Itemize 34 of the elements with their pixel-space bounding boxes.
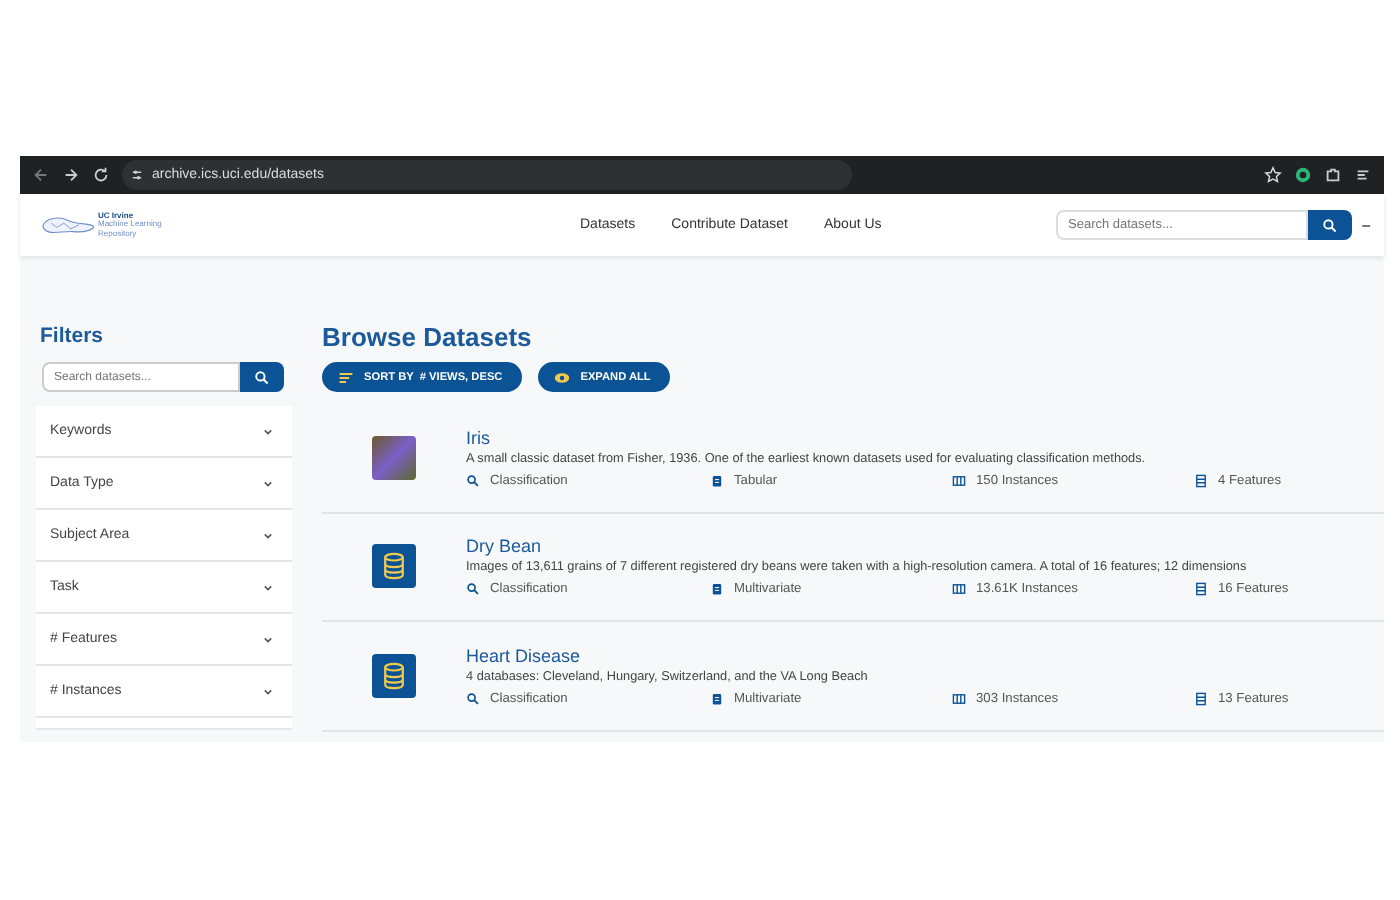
clipboard-icon [710, 691, 724, 706]
search-icon [1322, 217, 1338, 233]
columns-icon [952, 473, 966, 488]
search-icon [466, 691, 480, 706]
columns-icon [952, 691, 966, 706]
back-arrow-icon[interactable] [32, 166, 50, 184]
filters-heading: Filters [40, 324, 106, 348]
search-icon [466, 582, 480, 597]
reload-icon[interactable] [92, 166, 110, 184]
search-icon [254, 369, 270, 385]
page-title: Browse Datasets [322, 322, 534, 352]
menu-icon[interactable] [1354, 166, 1372, 184]
search-button[interactable] [1308, 210, 1352, 240]
search-icon [466, 473, 480, 488]
database-icon [372, 544, 416, 589]
forward-arrow-icon[interactable] [62, 166, 80, 184]
photo-placeholder [372, 435, 416, 480]
clipboard-icon [710, 582, 724, 597]
dataset-title-link[interactable]: Dry Bean [466, 536, 1384, 557]
sort-icon [338, 369, 354, 385]
eye-icon [554, 369, 571, 385]
columns-icon [952, 582, 966, 597]
dataset-title-link[interactable]: Iris [466, 427, 1384, 448]
search-button[interactable] [240, 362, 284, 392]
rows-icon [1194, 473, 1208, 488]
dataset-title-link[interactable]: Heart Disease [466, 645, 1384, 666]
database-icon [372, 653, 416, 698]
star-icon[interactable] [1264, 166, 1282, 184]
brain-logo-icon [40, 213, 96, 237]
clipboard-icon [710, 473, 724, 488]
site-info-icon[interactable] [130, 168, 144, 182]
extension-icon[interactable] [1294, 166, 1312, 184]
rows-icon [1194, 582, 1208, 597]
rows-icon [1194, 691, 1208, 706]
